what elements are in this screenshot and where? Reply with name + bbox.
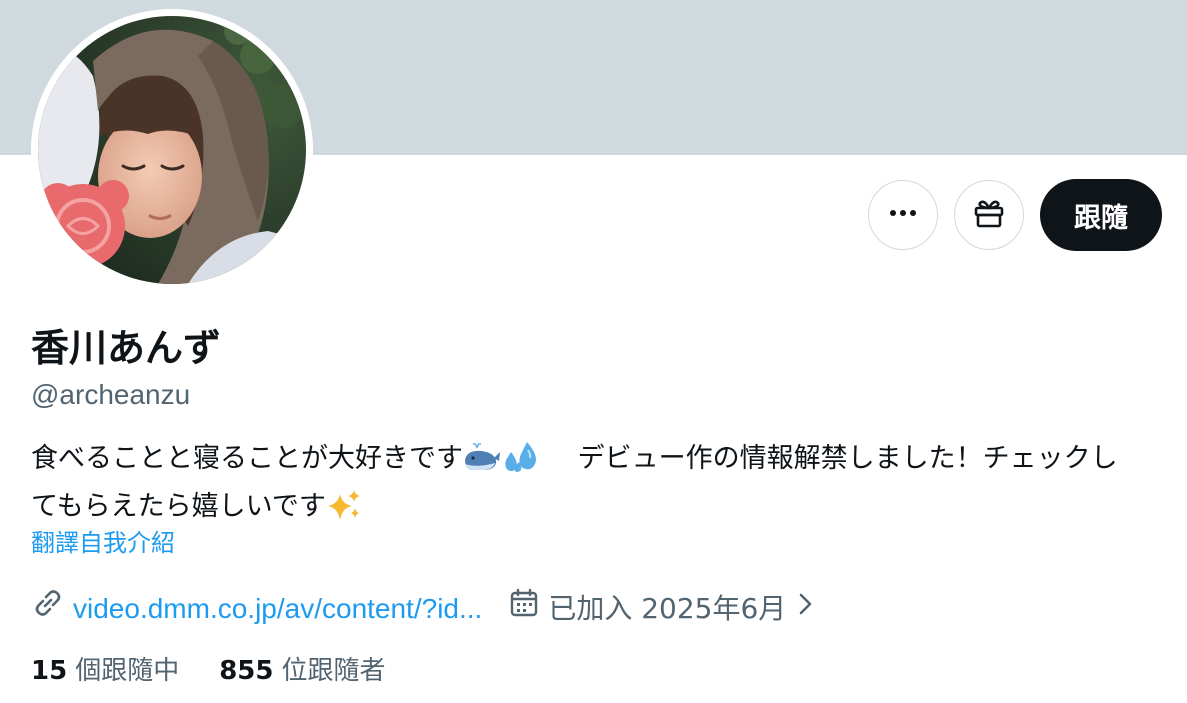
following-stat[interactable]: 15 個跟隨中 [31, 652, 179, 690]
follow-stats: 15 個跟隨中 855 位跟隨者 [31, 652, 386, 690]
more-icon [886, 196, 920, 235]
followers-count: 855 [219, 656, 274, 686]
calendar-icon [508, 587, 540, 630]
bio-text-1-rest: デビュー作の情報解禁しました！チェックし [577, 443, 1118, 474]
gift-button[interactable] [954, 180, 1024, 250]
profile-meta: video.dmm.co.jp/av/content/?id... 已加入 20… [31, 586, 816, 631]
joined-date: 已加入 2025年6月 [508, 587, 816, 630]
joined-text: 已加入 2025年6月 [548, 591, 787, 625]
profile-bio: 食べることと寝ることが大好きです デビュー作の情報解禁しました！チェックし ても… [31, 438, 1161, 534]
sparkles-emoji [326, 488, 362, 534]
more-button[interactable] [868, 180, 938, 250]
following-label: 個跟隨中 [75, 656, 180, 686]
profile-page: 跟隨 香川あんず @archeanzu 食べることと寝ることが大好きです デビュ… [0, 0, 1187, 703]
chevron-right-icon[interactable] [794, 589, 816, 629]
whale-emoji [463, 442, 501, 486]
gift-icon [972, 196, 1006, 235]
profile-actions: 跟隨 [868, 179, 1162, 251]
avatar-photo [38, 16, 306, 284]
user-handle: @archeanzu [31, 379, 191, 410]
website-item[interactable]: video.dmm.co.jp/av/content/?id... [31, 586, 482, 631]
following-count: 15 [31, 656, 68, 686]
bio-text-2: てもらえたら嬉しいです [31, 491, 326, 522]
follow-button[interactable]: 跟隨 [1040, 179, 1162, 251]
translate-bio-link[interactable]: 翻譯自我介紹 [31, 526, 175, 560]
followers-stat[interactable]: 855 位跟隨者 [219, 652, 385, 690]
link-icon [31, 586, 65, 631]
bio-text-1: 食べることと寝ることが大好きです [31, 443, 463, 474]
avatar[interactable] [38, 16, 306, 284]
followers-label: 位跟隨者 [281, 656, 386, 686]
display-name: 香川あんず [31, 326, 222, 370]
sweat-droplets-emoji [501, 440, 541, 486]
website-link[interactable]: video.dmm.co.jp/av/content/?id... [73, 589, 482, 629]
